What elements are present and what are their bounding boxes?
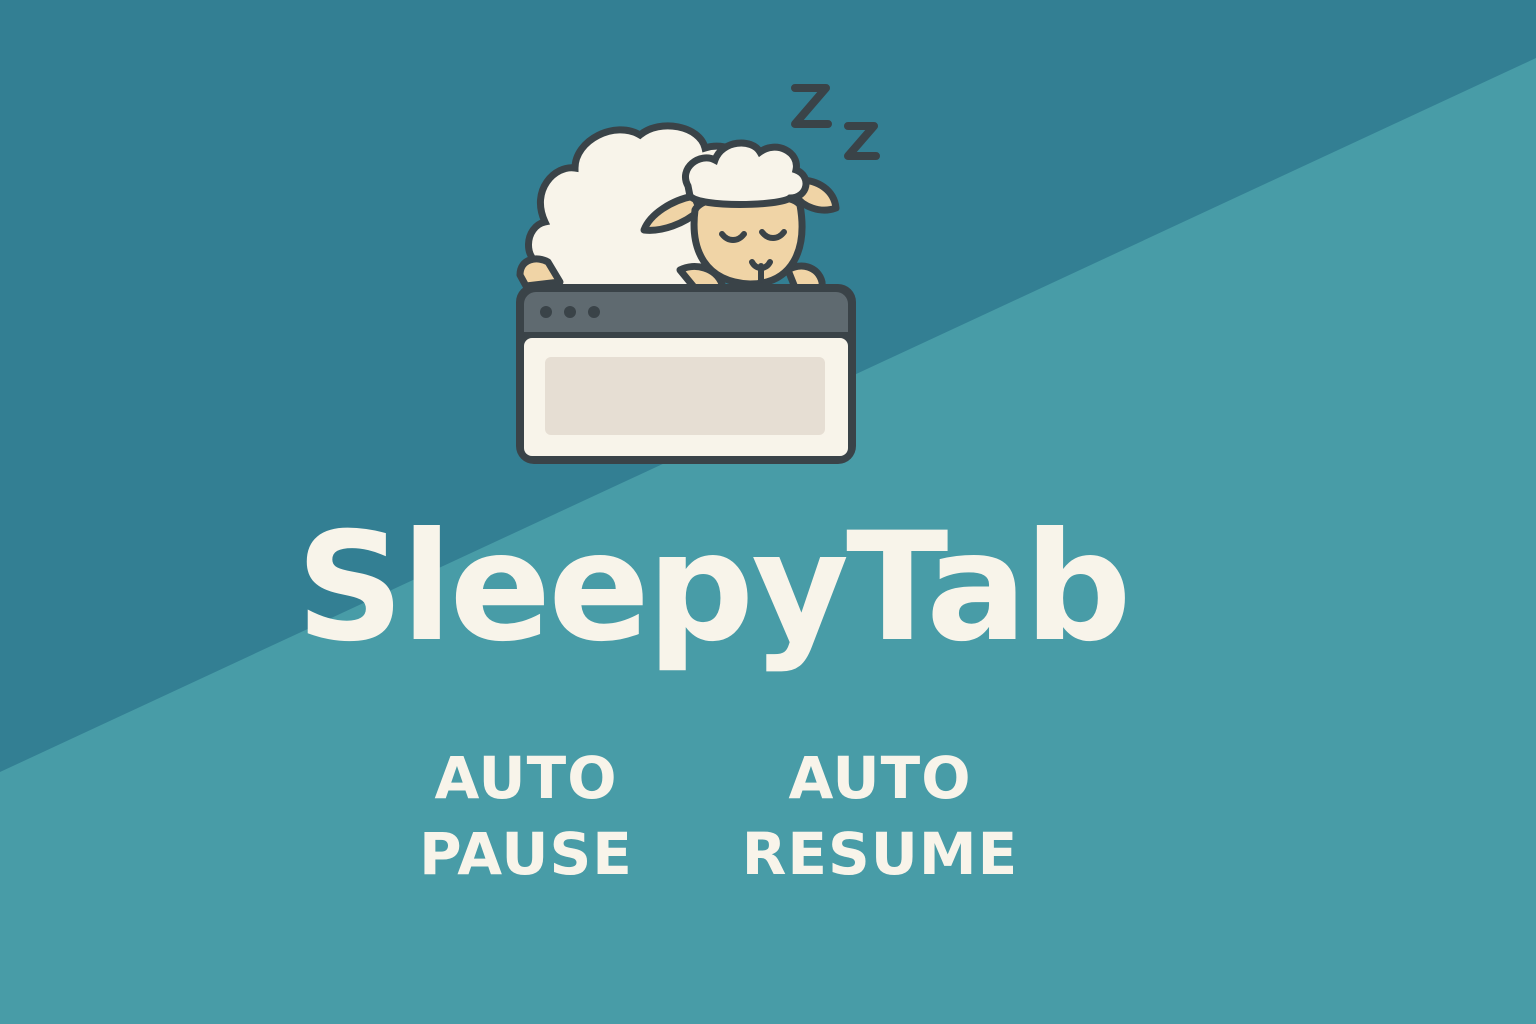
window-dot-icon xyxy=(540,306,552,318)
sleepy-sheep-logo xyxy=(516,84,880,464)
feature-auto-pause-line2: PAUSE xyxy=(419,820,633,888)
browser-window-icon xyxy=(516,284,856,464)
brand-title: SleepyTab xyxy=(296,501,1132,675)
brand-title-container: SleepyTab xyxy=(296,488,1132,688)
window-dot-icon xyxy=(588,306,600,318)
feature-auto-pause-line1: AUTO xyxy=(434,744,618,812)
window-dot-icon xyxy=(564,306,576,318)
sleep-z-icon xyxy=(791,84,880,160)
feature-auto-resume-line2: RESUME xyxy=(741,820,1019,888)
feature-auto-resume-line1: AUTO xyxy=(788,744,972,812)
feature-auto-pause: AUTO PAUSE xyxy=(400,740,652,892)
feature-auto-resume: AUTO RESUME xyxy=(730,740,1030,892)
